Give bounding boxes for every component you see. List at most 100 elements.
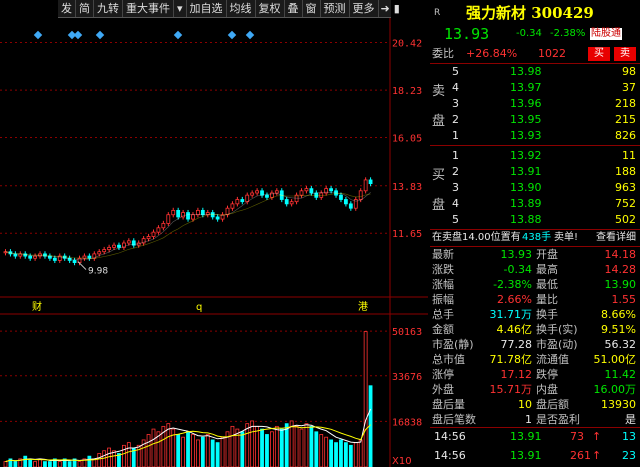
pin-icon[interactable]: ➜: [379, 0, 392, 17]
current-price: 13.93: [444, 25, 490, 43]
sell-level-num: 5: [452, 65, 459, 78]
volume-bar: [339, 439, 343, 467]
toolbar-adjust-button[interactable]: 复权: [256, 0, 285, 17]
stats-row: 最新 13.93 开盘 14.18: [430, 247, 640, 262]
stat-value-left: 10: [518, 398, 532, 411]
stat-label-right: 换手: [536, 308, 558, 321]
toolbar-window-button[interactable]: 窗: [303, 0, 321, 17]
buy-level-row[interactable]: 3 13.90 963: [430, 180, 640, 196]
stat-label-left: 涨跌: [432, 263, 454, 276]
volume-bar: [274, 425, 279, 467]
candle-body: [176, 209, 181, 218]
toolbar-jiuzhuan-button[interactable]: 九转: [94, 0, 123, 17]
volume-bar: [343, 442, 348, 467]
stat-value-left: 2.66%: [497, 293, 532, 306]
toolbar-more-button[interactable]: 更多: [350, 0, 379, 17]
candle-body: [235, 199, 240, 205]
volume-bar: [146, 434, 151, 467]
sell-level-row[interactable]: 2 13.95 215: [430, 112, 640, 128]
stat-value-right: 56.32: [604, 338, 637, 351]
stat-value-left: 1: [525, 413, 532, 426]
volume-bar: [353, 442, 358, 467]
tick-count: 13: [622, 430, 636, 443]
volume-bar: [309, 425, 314, 467]
volume-bar: [215, 442, 220, 467]
stat-label-left: 总市值: [432, 353, 465, 366]
candle-body: [107, 246, 111, 250]
toolbar-add-favorite-button[interactable]: 加自选: [187, 0, 227, 17]
alert-detail-link[interactable]: 查看详细: [596, 230, 636, 246]
candle-body: [348, 203, 353, 209]
stat-label-left: 外盘: [432, 383, 454, 396]
stat-label-right: 换手(实): [536, 323, 578, 336]
toolbar-jian-button[interactable]: 简: [76, 0, 94, 17]
low-marker-line: [77, 261, 87, 270]
volume-bar: [363, 331, 368, 467]
stat-value-right: 51.00亿: [593, 353, 637, 366]
buy-level-row[interactable]: 5 13.88 502: [430, 212, 640, 228]
buy-level-row[interactable]: 4 13.89 752: [430, 196, 640, 212]
stats-row: 外盘 15.71万 内盘 16.00万: [430, 382, 640, 397]
toolbar-major-events-button[interactable]: 重大事件: [123, 0, 174, 17]
sell-level-row[interactable]: 5 13.98 98: [430, 64, 640, 80]
stat-value-left: 71.78亿: [489, 353, 533, 366]
candle-body: [299, 190, 304, 196]
stat-value-left: 4.46亿: [496, 323, 533, 336]
buy-level-vol: 11: [622, 149, 636, 162]
stat-value-right: 14.28: [604, 263, 637, 276]
volume-bar: [97, 453, 102, 467]
buy-level-vol: 752: [615, 197, 636, 210]
candle-body: [363, 179, 368, 192]
candle-body: [309, 188, 314, 194]
stat-label-left: 最新: [432, 248, 454, 261]
sell-level-vol: 37: [622, 81, 636, 94]
toolbar-dropdown-button[interactable]: ▾: [174, 0, 187, 17]
volume-bar: [289, 420, 294, 467]
volume-bar: [240, 431, 245, 467]
stats-row: 盘后量 10 盘后额 13930: [430, 397, 640, 412]
volume-layer: [3, 331, 373, 467]
toolbar-ma-button[interactable]: 均线: [227, 0, 256, 17]
candle-body: [240, 199, 245, 203]
event-marker-label: 港: [358, 301, 368, 313]
kline-chart[interactable]: 20.42 18.23 16.05 13.83 11.65 9.98 财 q 港 50163 336…: [0, 18, 428, 467]
buy-level-price: 13.91: [510, 165, 542, 178]
volume-bar: [87, 455, 92, 467]
sell-level-vol: 98: [622, 65, 636, 78]
sell-level-row[interactable]: 3 13.96 218: [430, 96, 640, 112]
buy-button[interactable]: 买: [588, 47, 610, 61]
candle-body: [156, 227, 161, 233]
weibi-label: 委比: [432, 47, 454, 60]
volume-bar: [102, 450, 107, 467]
sell-level-num: 3: [452, 97, 459, 110]
candle-body: [146, 236, 151, 240]
stat-label-left: 振幅: [432, 293, 454, 306]
volume-bar: [48, 461, 52, 467]
buy-level-row[interactable]: 2 13.91 188: [430, 164, 640, 180]
stat-value-right: 1.55: [611, 293, 637, 306]
stats-row: 振幅 2.66% 量比 1.55: [430, 292, 640, 307]
volume-bar: [265, 434, 269, 467]
volume-bar: [324, 436, 329, 467]
candle-body: [102, 249, 107, 253]
sell-level-row[interactable]: 1 13.93 826: [430, 128, 640, 144]
price-tick-label: 18.23: [392, 86, 422, 97]
toolbar-overlay-button[interactable]: 叠: [285, 0, 303, 17]
expand-icon[interactable]: ▮: [392, 0, 402, 17]
sell-label-2: 盘: [432, 114, 446, 129]
volume-bar: [200, 436, 205, 467]
sell-button[interactable]: 卖: [614, 47, 636, 61]
buy-label-2: 盘: [432, 198, 446, 213]
toolbar-fa-button[interactable]: 发: [58, 0, 76, 17]
candle-body: [191, 214, 195, 220]
volume-bar: [13, 461, 18, 467]
sell-level-row[interactable]: 4 13.97 37: [430, 80, 640, 96]
candle-body: [329, 188, 334, 192]
r-mark: R: [434, 8, 441, 18]
chart-toolbar: 发 简 九转 重大事件 ▾ 加自选 均线 复权 叠 窗 预测 更多 ➜ ▮: [58, 0, 400, 18]
volume-bar: [304, 423, 309, 467]
toolbar-forecast-button[interactable]: 预测: [321, 0, 350, 17]
buy-level-row[interactable]: 1 13.92 11: [430, 148, 640, 164]
candle-body: [343, 199, 348, 205]
stock-connect-badge: 陆股通: [590, 28, 622, 40]
